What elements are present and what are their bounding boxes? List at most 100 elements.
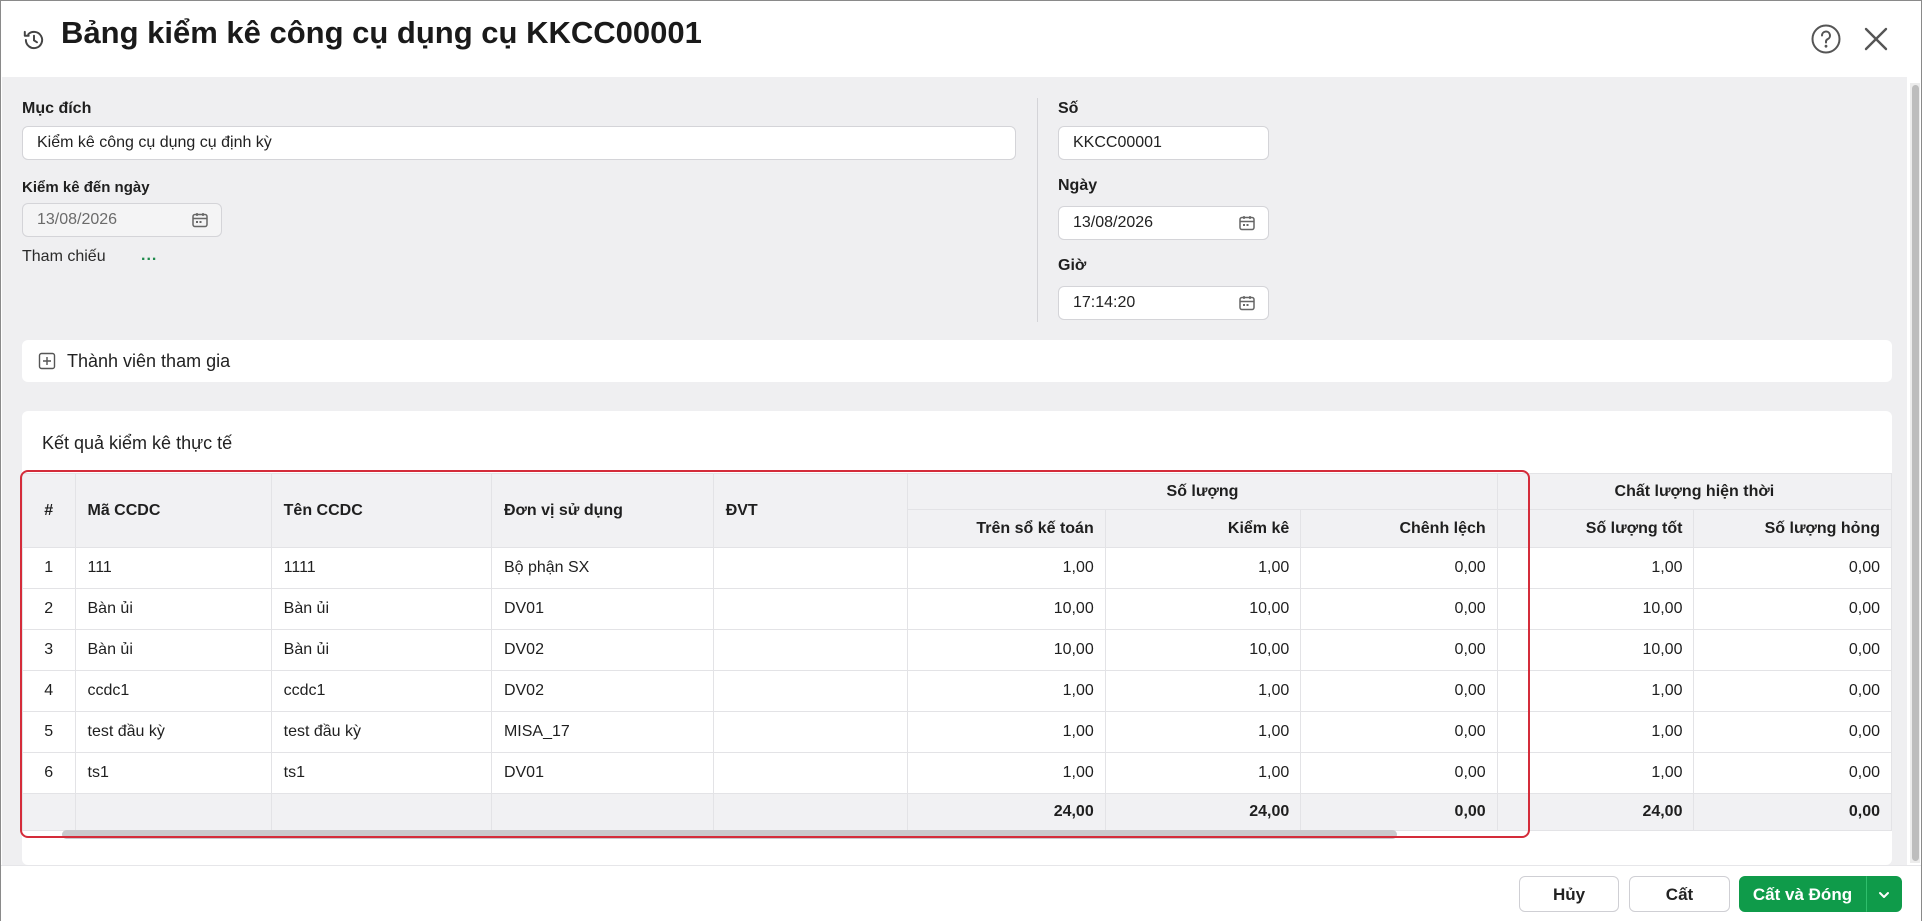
cell-unit-use[interactable]: Bộ phận SX: [490, 547, 714, 589]
purpose-input[interactable]: Kiểm kê công cụ dụng cụ định kỳ: [22, 126, 1016, 160]
cell-good-qty[interactable]: 1,00: [1496, 547, 1695, 589]
cell-difference[interactable]: 0,00: [1300, 752, 1498, 794]
calendar-icon[interactable]: [1238, 294, 1256, 312]
cell-good-qty[interactable]: 1,00: [1496, 752, 1695, 794]
table-row[interactable]: 6 ts1 ts1 DV01 1,00 1,00 0,00 1,00 0,00: [22, 752, 1892, 794]
calendar-icon[interactable]: [1238, 214, 1256, 232]
col-header-unit-use[interactable]: Đơn vị sử dụng: [490, 473, 714, 548]
cell-index: 2: [22, 588, 76, 630]
time-value: 17:14:20: [1073, 294, 1136, 311]
horizontal-scrollbar[interactable]: [62, 830, 1397, 839]
cell-on-books[interactable]: 1,00: [907, 670, 1106, 712]
col-header-counted[interactable]: Kiểm kê: [1104, 509, 1302, 548]
cell-difference[interactable]: 0,00: [1300, 670, 1498, 712]
cell-broken-qty[interactable]: 0,00: [1693, 547, 1892, 589]
calendar-icon[interactable]: [191, 211, 209, 229]
until-date-label: Kiểm kê đến ngày: [22, 179, 150, 196]
cell-broken-qty[interactable]: 0,00: [1693, 711, 1892, 753]
cell-code[interactable]: Bàn ủi: [74, 629, 272, 671]
cell-name[interactable]: ts1: [270, 752, 492, 794]
cell-good-qty[interactable]: 10,00: [1496, 629, 1695, 671]
cell-uom[interactable]: [712, 711, 909, 753]
cell-difference[interactable]: 0,00: [1300, 629, 1498, 671]
cell-on-books[interactable]: 10,00: [907, 629, 1106, 671]
cell-code[interactable]: test đầu kỳ: [74, 711, 272, 753]
cell-difference[interactable]: 0,00: [1300, 711, 1498, 753]
cell-counted[interactable]: 1,00: [1104, 711, 1302, 753]
cell-counted[interactable]: 10,00: [1104, 588, 1302, 630]
cell-name[interactable]: ccdc1: [270, 670, 492, 712]
cancel-button[interactable]: Hủy: [1519, 876, 1619, 912]
save-button[interactable]: Cất: [1629, 876, 1730, 912]
cell-counted[interactable]: 1,00: [1104, 670, 1302, 712]
col-header-uom[interactable]: ĐVT: [712, 473, 909, 548]
results-grid: # Mã CCDC Tên CCDC Đơn vị sử dụng ĐVT Số…: [22, 473, 1892, 841]
cell-code[interactable]: 111: [74, 547, 272, 589]
cell-broken-qty[interactable]: 0,00: [1693, 588, 1892, 630]
help-icon[interactable]: [1810, 23, 1842, 55]
col-header-name[interactable]: Tên CCDC: [270, 473, 492, 548]
cell-broken-qty[interactable]: 0,00: [1693, 629, 1892, 671]
cell-unit-use[interactable]: DV02: [490, 629, 714, 671]
results-table: # Mã CCDC Tên CCDC Đơn vị sử dụng ĐVT Số…: [22, 473, 1892, 831]
cell-name[interactable]: 1111: [270, 547, 492, 589]
table-row[interactable]: 3 Bàn ủi Bàn ủi DV02 10,00 10,00 0,00 10…: [22, 629, 1892, 671]
date-input[interactable]: 13/08/2026: [1058, 206, 1269, 240]
save-options-dropdown[interactable]: [1866, 876, 1902, 912]
cell-uom[interactable]: [712, 588, 909, 630]
cell-name[interactable]: Bàn ủi: [270, 588, 492, 630]
members-section-toggle[interactable]: Thành viên tham gia: [22, 340, 1892, 382]
chevron-down-icon: [1879, 892, 1889, 898]
close-icon[interactable]: [1862, 25, 1890, 53]
history-icon[interactable]: [21, 27, 47, 53]
until-date-input[interactable]: 13/08/2026: [22, 203, 222, 237]
col-header-code[interactable]: Mã CCDC: [74, 473, 272, 548]
col-header-difference[interactable]: Chênh lệch: [1300, 509, 1498, 548]
cell-good-qty[interactable]: 10,00: [1496, 588, 1695, 630]
cell-code[interactable]: ts1: [74, 752, 272, 794]
cell-uom[interactable]: [712, 547, 909, 589]
cell-code[interactable]: Bàn ủi: [74, 588, 272, 630]
total-difference: 0,00: [1300, 793, 1498, 831]
table-row[interactable]: 1 111 1111 Bộ phận SX 1,00 1,00 0,00 1,0…: [22, 547, 1892, 589]
cell-counted[interactable]: 1,00: [1104, 547, 1302, 589]
total-on-books: 24,00: [907, 793, 1106, 831]
col-header-on-books[interactable]: Trên sổ kế toán: [907, 509, 1106, 548]
cell-uom[interactable]: [712, 752, 909, 794]
cell-unit-use[interactable]: DV02: [490, 670, 714, 712]
cell-on-books[interactable]: 10,00: [907, 588, 1106, 630]
table-row[interactable]: 4 ccdc1 ccdc1 DV02 1,00 1,00 0,00 1,00 0…: [22, 670, 1892, 712]
cell-uom[interactable]: [712, 670, 909, 712]
cell-unit-use[interactable]: DV01: [490, 588, 714, 630]
total-counted: 24,00: [1104, 793, 1302, 831]
reference-label: Tham chiếu: [22, 248, 106, 265]
cell-name[interactable]: test đầu kỳ: [270, 711, 492, 753]
table-row[interactable]: 2 Bàn ủi Bàn ủi DV01 10,00 10,00 0,00 10…: [22, 588, 1892, 630]
cell-code[interactable]: ccdc1: [74, 670, 272, 712]
cell-uom[interactable]: [712, 629, 909, 671]
col-header-good-qty[interactable]: Số lượng tốt: [1496, 509, 1695, 548]
save-and-close-button[interactable]: Cất và Đóng: [1739, 876, 1866, 912]
cell-good-qty[interactable]: 1,00: [1496, 670, 1695, 712]
cell-good-qty[interactable]: 1,00: [1496, 711, 1695, 753]
cell-on-books[interactable]: 1,00: [907, 711, 1106, 753]
reference-link[interactable]: ...: [141, 247, 157, 265]
cell-counted[interactable]: 10,00: [1104, 629, 1302, 671]
table-row[interactable]: 5 test đầu kỳ test đầu kỳ MISA_17 1,00 1…: [22, 711, 1892, 753]
vertical-scrollbar[interactable]: [1910, 83, 1920, 863]
number-input[interactable]: KKCC00001: [1058, 126, 1269, 160]
cell-unit-use[interactable]: DV01: [490, 752, 714, 794]
time-input[interactable]: 17:14:20: [1058, 286, 1269, 320]
expand-plus-icon[interactable]: [38, 352, 56, 370]
cell-difference[interactable]: 0,00: [1300, 547, 1498, 589]
cell-unit-use[interactable]: MISA_17: [490, 711, 714, 753]
cell-broken-qty[interactable]: 0,00: [1693, 670, 1892, 712]
cell-on-books[interactable]: 1,00: [907, 547, 1106, 589]
col-header-broken-qty[interactable]: Số lượng hỏng: [1693, 509, 1892, 548]
cell-index: 6: [22, 752, 76, 794]
cell-on-books[interactable]: 1,00: [907, 752, 1106, 794]
cell-difference[interactable]: 0,00: [1300, 588, 1498, 630]
cell-name[interactable]: Bàn ủi: [270, 629, 492, 671]
cell-counted[interactable]: 1,00: [1104, 752, 1302, 794]
cell-broken-qty[interactable]: 0,00: [1693, 752, 1892, 794]
